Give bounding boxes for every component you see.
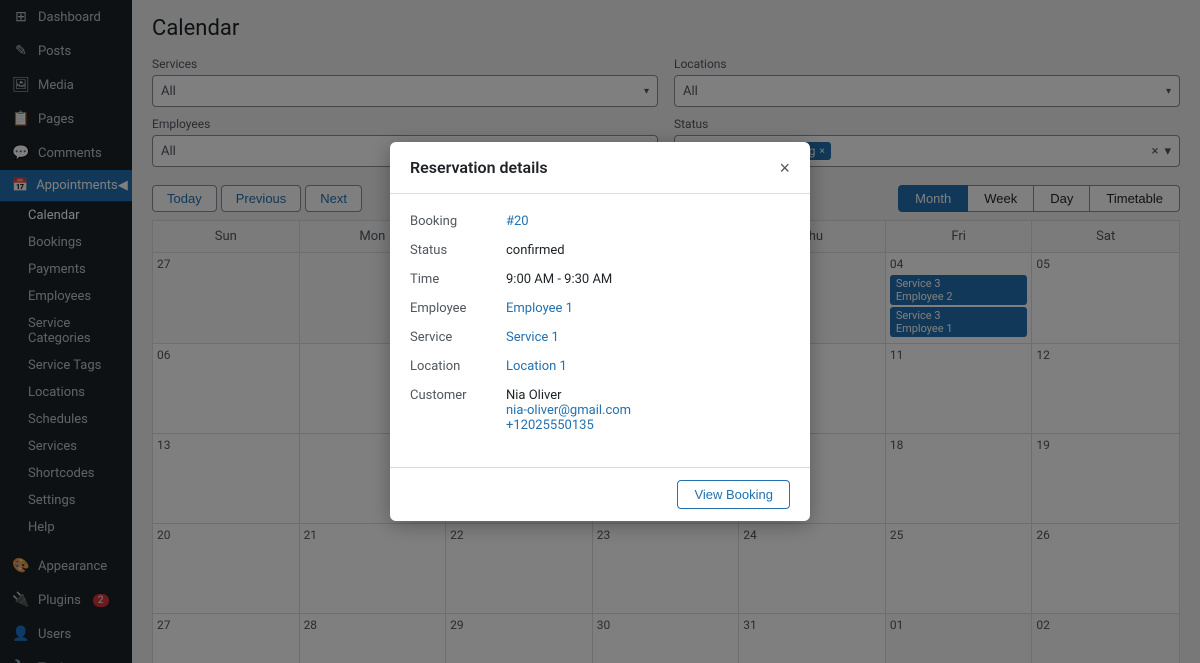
time-value: 9:00 AM - 9:30 AM (506, 272, 612, 287)
modal-title: Reservation details (410, 158, 548, 177)
location-value: Location 1 (506, 359, 567, 374)
service-label: Service (410, 330, 490, 345)
detail-row-service: Service Service 1 (410, 330, 790, 345)
customer-email[interactable]: nia-oliver@gmail.com (506, 403, 631, 418)
employee-value: Employee 1 (506, 301, 573, 316)
service-link[interactable]: Service 1 (506, 330, 559, 345)
modal-header: Reservation details × (390, 142, 810, 194)
customer-name: Nia Oliver (506, 388, 631, 403)
booking-value: #20 (506, 214, 529, 229)
location-label: Location (410, 359, 490, 374)
booking-label: Booking (410, 214, 490, 229)
modal-close-button[interactable]: × (779, 159, 790, 177)
service-value: Service 1 (506, 330, 559, 345)
status-label: Status (410, 243, 490, 258)
modal-overlay[interactable]: Reservation details × Booking #20 Status… (0, 0, 1200, 663)
view-booking-button[interactable]: View Booking (677, 480, 790, 509)
customer-label: Customer (410, 388, 490, 403)
detail-row-time: Time 9:00 AM - 9:30 AM (410, 272, 790, 287)
detail-row-employee: Employee Employee 1 (410, 301, 790, 316)
time-label: Time (410, 272, 490, 287)
reservation-modal: Reservation details × Booking #20 Status… (390, 142, 810, 521)
modal-body: Booking #20 Status confirmed Time 9:00 A… (390, 194, 810, 467)
status-value: confirmed (506, 243, 565, 258)
customer-info: Nia Oliver nia-oliver@gmail.com +1202555… (506, 388, 631, 433)
customer-phone[interactable]: +12025550135 (506, 418, 631, 433)
detail-row-booking: Booking #20 (410, 214, 790, 229)
detail-row-customer: Customer Nia Oliver nia-oliver@gmail.com… (410, 388, 790, 433)
modal-footer: View Booking (390, 467, 810, 521)
detail-row-status: Status confirmed (410, 243, 790, 258)
employee-label: Employee (410, 301, 490, 316)
detail-row-location: Location Location 1 (410, 359, 790, 374)
location-link[interactable]: Location 1 (506, 359, 567, 374)
employee-link[interactable]: Employee 1 (506, 301, 573, 316)
customer-value: Nia Oliver nia-oliver@gmail.com +1202555… (506, 388, 631, 433)
booking-link[interactable]: #20 (506, 214, 529, 229)
